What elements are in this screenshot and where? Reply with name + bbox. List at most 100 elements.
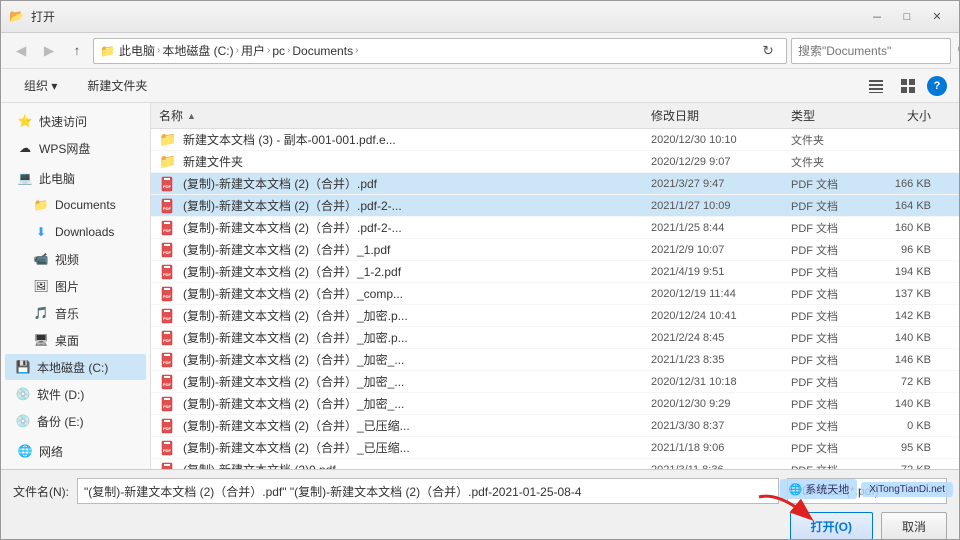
forward-button[interactable]: ▶ xyxy=(37,39,61,63)
sidebar-item-ddrive[interactable]: 💿 软件 (D:) xyxy=(5,381,146,407)
sidebar-item-downloads[interactable]: ⬇ Downloads xyxy=(5,219,146,245)
table-row[interactable]: PDF(复制)-新建文本文档 (2)（合并）.pdf2021/3/27 9:47… xyxy=(151,173,959,195)
table-row[interactable]: PDF(复制)-新建文本文档 (2)（合并）_已压缩...2021/3/30 8… xyxy=(151,415,959,437)
search-box[interactable]: 🔍 xyxy=(791,38,951,64)
table-row[interactable]: PDF(复制)-新建文本文档 (2)（合并）_已压缩...2021/1/18 9… xyxy=(151,437,959,459)
file-size: 96 KB xyxy=(871,244,951,256)
sidebar-item-quickaccess[interactable]: ⭐ 快速访问 xyxy=(5,108,146,134)
sidebar-label-documents: Documents xyxy=(55,198,116,212)
pdf-icon: PDF xyxy=(159,329,177,347)
close-button[interactable]: ✕ xyxy=(923,7,951,27)
pdf-icon: PDF xyxy=(159,373,177,391)
edrive-icon: 💿 xyxy=(15,413,31,429)
minimize-button[interactable]: － xyxy=(863,7,891,27)
back-button[interactable]: ◀ xyxy=(9,39,33,63)
view-details-button[interactable] xyxy=(863,73,889,99)
file-date: 2021/1/25 8:44 xyxy=(651,222,791,234)
sidebar-item-pictures[interactable]: 🖼 图片 xyxy=(5,273,146,299)
sidebar-label-pictures: 图片 xyxy=(55,278,79,295)
sidebar-item-cdrive[interactable]: 💾 本地磁盘 (C:) xyxy=(5,354,146,380)
breadcrumb-documents[interactable]: Documents xyxy=(292,44,353,58)
svg-text:PDF: PDF xyxy=(163,316,172,321)
table-row[interactable]: PDF(复制)-新建文本文档 (2)（合并）_加密.p...2020/12/24… xyxy=(151,305,959,327)
table-row[interactable]: PDF(复制)-新建文本文档 (2)（合并）_加密_...2020/12/30 … xyxy=(151,393,959,415)
refresh-button[interactable]: ↻ xyxy=(756,39,780,63)
file-type: PDF 文档 xyxy=(791,220,871,236)
sidebar-label-videos: 视频 xyxy=(55,251,79,268)
sidebar-item-thispc[interactable]: 💻 此电脑 xyxy=(5,165,146,191)
breadcrumb-pc2[interactable]: pc xyxy=(272,44,285,58)
title-bar-buttons: － □ ✕ xyxy=(863,7,951,27)
file-date: 2020/12/30 10:10 xyxy=(651,134,791,146)
sidebar-section-thispc: 💻 此电脑 📁 Documents ⬇ Downloads 📹 视频 🖼 xyxy=(1,165,150,434)
table-row[interactable]: PDF(复制)-新建文本文档 (2)（合并）_加密_...2020/12/31 … xyxy=(151,371,959,393)
table-row[interactable]: PDF(复制)-新建文本文档 (2)（合并）_comp...2020/12/19… xyxy=(151,283,959,305)
breadcrumb-pc[interactable]: 此电脑 xyxy=(119,42,155,59)
file-name: (复制)-新建文本文档 (2)（合并）_加密_... xyxy=(183,351,651,368)
file-type: PDF 文档 xyxy=(791,418,871,434)
table-row[interactable]: PDF(复制)-新建文本文档 (2)（合并）.pdf-2-...2021/1/2… xyxy=(151,195,959,217)
file-date: 2020/12/29 9:07 xyxy=(651,156,791,168)
window-title: 打开 xyxy=(31,8,863,25)
filename-input[interactable] xyxy=(77,478,779,504)
address-bar[interactable]: 📁 此电脑 › 本地磁盘 (C:) › 用户 › pc › Documents … xyxy=(93,38,787,64)
view-icons-button[interactable] xyxy=(895,73,921,99)
file-name: (复制)-新建文本文档 (2)（合并）_comp... xyxy=(183,285,651,302)
file-date: 2021/1/27 10:09 xyxy=(651,200,791,212)
sidebar-label-edrive: 备份 (E:) xyxy=(37,413,84,430)
breadcrumb-c[interactable]: 本地磁盘 (C:) xyxy=(162,42,233,59)
table-row[interactable]: 📁新建文件夹2020/12/29 9:07文件夹 xyxy=(151,151,959,173)
table-row[interactable]: PDF(复制)-新建文本文档 (2)（合并）_加密_...2021/1/23 8… xyxy=(151,349,959,371)
svg-text:PDF: PDF xyxy=(163,250,172,255)
sidebar-item-edrive[interactable]: 💿 备份 (E:) xyxy=(5,408,146,434)
folder-icon: 📁 xyxy=(159,153,177,171)
table-row[interactable]: 📁新建文本文档 (3) - 副本-001-001.pdf.e...2020/12… xyxy=(151,129,959,151)
sidebar-item-videos[interactable]: 📹 视频 xyxy=(5,246,146,272)
videos-icon: 📹 xyxy=(33,251,49,267)
file-size: 164 KB xyxy=(871,200,951,212)
search-input[interactable] xyxy=(798,44,953,58)
svg-text:PDF: PDF xyxy=(163,404,172,409)
file-list[interactable]: 📁新建文本文档 (3) - 副本-001-001.pdf.e...2020/12… xyxy=(151,129,959,469)
table-row[interactable]: PDF(复制)-新建文本文档 (2)（合并）_加密.p...2021/2/24 … xyxy=(151,327,959,349)
file-type: PDF 文档 xyxy=(791,286,871,302)
view-details-icon xyxy=(868,78,884,94)
toolbar-right: ? xyxy=(863,73,947,99)
view-icons-icon xyxy=(900,78,916,94)
svg-text:PDF: PDF xyxy=(163,382,172,387)
table-row[interactable]: PDF(复制)-新建文本文档 (2)（合并）.pdf-2-...2021/1/2… xyxy=(151,217,959,239)
maximize-button[interactable]: □ xyxy=(893,7,921,27)
cancel-button[interactable]: 取消 xyxy=(881,512,947,540)
sidebar-item-desktop[interactable]: 🖥 桌面 xyxy=(5,327,146,353)
col-header-type[interactable]: 类型 xyxy=(791,107,871,124)
table-row[interactable]: PDF(复制)-新建文本文档 (2)（合并）_1-2.pdf2021/4/19 … xyxy=(151,261,959,283)
breadcrumb-users[interactable]: 用户 xyxy=(241,42,265,59)
svg-text:PDF: PDF xyxy=(163,448,172,453)
help-button[interactable]: ? xyxy=(927,76,947,96)
pdf-icon: PDF xyxy=(159,439,177,457)
file-type: PDF 文档 xyxy=(791,242,871,258)
col-header-size[interactable]: 大小 xyxy=(871,107,951,124)
sidebar-label-thispc: 此电脑 xyxy=(39,170,75,187)
sidebar-section-network: 🌐 网络 xyxy=(1,438,150,464)
svg-text:PDF: PDF xyxy=(163,206,172,211)
pdf-icon: PDF xyxy=(159,175,177,193)
sidebar: ⭐ 快速访问 ☁ WPS网盘 💻 此电脑 📁 Documents xyxy=(1,103,151,469)
ddrive-icon: 💿 xyxy=(15,386,31,402)
sidebar-item-music[interactable]: 🎵 音乐 xyxy=(5,300,146,326)
file-size: 95 KB xyxy=(871,442,951,454)
col-header-name[interactable]: 名称 ▲ xyxy=(159,107,651,124)
file-size: 166 KB xyxy=(871,178,951,190)
col-header-date[interactable]: 修改日期 xyxy=(651,107,791,124)
open-button[interactable]: 打开(O) xyxy=(790,512,873,540)
organize-button[interactable]: 组织 ▾ xyxy=(13,73,68,99)
filetype-select[interactable]: PDF files (*.pdf) xyxy=(787,478,947,504)
table-row[interactable]: PDF(复制)-新建文本文档 (2)0.pdf2021/3/11 8:36PDF… xyxy=(151,459,959,469)
up-button[interactable]: ↑ xyxy=(65,39,89,63)
sidebar-item-documents[interactable]: 📁 Documents xyxy=(5,192,146,218)
sidebar-item-network[interactable]: 🌐 网络 xyxy=(5,438,146,464)
sort-arrow-name: ▲ xyxy=(187,111,196,121)
table-row[interactable]: PDF(复制)-新建文本文档 (2)（合并）_1.pdf2021/2/9 10:… xyxy=(151,239,959,261)
new-folder-button[interactable]: 新建文件夹 xyxy=(76,73,158,99)
sidebar-item-wps[interactable]: ☁ WPS网盘 xyxy=(5,135,146,161)
